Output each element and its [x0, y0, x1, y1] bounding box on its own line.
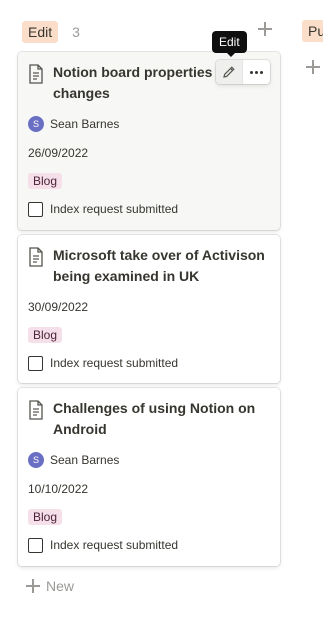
add-card-button[interactable]	[258, 22, 276, 40]
avatar: S	[28, 116, 44, 132]
avatar: S	[28, 452, 44, 468]
checkbox-property: Index request submitted	[18, 535, 280, 555]
card-title-line: Notion board properties e	[53, 64, 225, 80]
tag-property: Blog	[18, 171, 280, 191]
group-label[interactable]: Edit	[22, 21, 59, 43]
card-title-line: being examined in UK	[53, 268, 200, 284]
next-group-label[interactable]: Pu	[302, 20, 323, 42]
person-name: Sean Barnes	[50, 453, 120, 467]
card-title-line: changes	[53, 85, 110, 101]
person-property: S Sean Barnes	[18, 114, 280, 134]
index-request-checkbox[interactable]	[28, 355, 43, 371]
date-property: 30/09/2022	[28, 300, 89, 314]
edit-button[interactable]	[216, 60, 243, 84]
tag-property: Blog	[18, 507, 280, 527]
pencil-icon	[223, 66, 235, 78]
new-card-button[interactable]: New	[26, 578, 74, 594]
group-count: 3	[72, 24, 80, 40]
person-name: Sean Barnes	[50, 117, 120, 131]
board-card[interactable]: Challenges of using Notion on Android S …	[18, 388, 280, 566]
checkbox-property: Index request submitted	[18, 353, 280, 373]
next-column-add-button[interactable]	[306, 60, 320, 74]
card-action-bar	[216, 60, 270, 84]
card-title-line: Microsoft take over of Activison	[53, 247, 265, 263]
index-request-checkbox[interactable]	[28, 201, 43, 217]
card-title: Challenges of using Notion on Android	[18, 388, 280, 440]
edit-tooltip: Edit	[212, 31, 247, 57]
document-icon	[29, 400, 43, 420]
tag-pill: Blog	[28, 173, 63, 189]
index-request-checkbox[interactable]	[28, 537, 43, 553]
board-card[interactable]: Notion board properties e changes S Sean…	[18, 52, 280, 230]
tag-property: Blog	[18, 325, 280, 345]
date-property: 10/10/2022	[28, 482, 89, 496]
board-card[interactable]: Microsoft take over of Activison being e…	[18, 235, 280, 383]
card-title-line: Challenges of using Notion on	[53, 400, 256, 416]
card-title-line: Android	[53, 421, 107, 437]
date-property: 26/09/2022	[28, 146, 89, 160]
person-property: S Sean Barnes	[18, 450, 280, 470]
tag-pill: Blog	[28, 509, 63, 525]
document-icon	[29, 64, 43, 84]
more-button[interactable]	[243, 60, 270, 84]
column-header: Edit 3	[22, 20, 80, 44]
card-title: Microsoft take over of Activison being e…	[18, 235, 280, 287]
checkbox-label: Index request submitted	[50, 202, 179, 216]
more-dots-icon	[250, 70, 263, 74]
new-card-label: New	[46, 578, 75, 594]
plus-icon	[26, 579, 40, 593]
plus-icon	[306, 60, 320, 74]
plus-icon	[258, 22, 272, 36]
document-icon	[29, 247, 43, 267]
checkbox-label: Index request submitted	[50, 538, 179, 552]
checkbox-property: Index request submitted	[18, 199, 280, 219]
checkbox-label: Index request submitted	[50, 356, 179, 370]
tag-pill: Blog	[28, 327, 63, 343]
